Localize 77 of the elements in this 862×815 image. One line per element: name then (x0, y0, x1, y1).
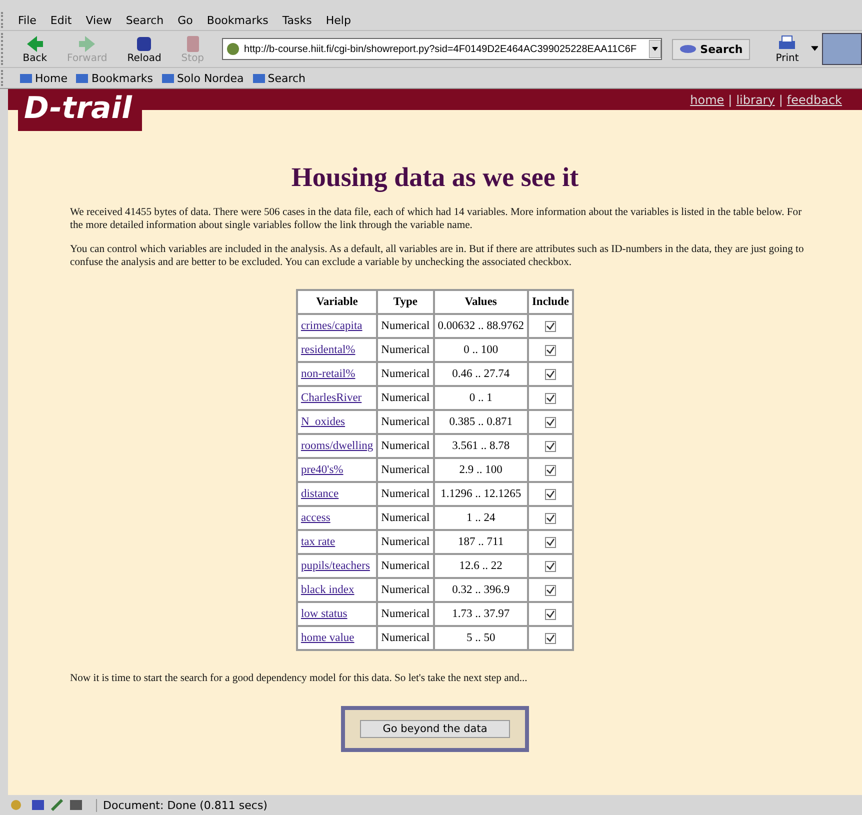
table-cell: 0.00632 .. 88.9762 (434, 314, 528, 338)
checkbox[interactable] (544, 320, 556, 332)
table-cell: 1.1296 .. 12.1265 (434, 482, 528, 506)
menu-item[interactable]: View (78, 14, 119, 26)
bookmark-item[interactable]: Solo Nordea (160, 72, 244, 84)
checkbox[interactable] (544, 536, 556, 548)
table-cell: Numerical (377, 482, 434, 506)
checkbox[interactable] (544, 392, 556, 404)
menu-item[interactable]: File (11, 14, 44, 26)
search-button[interactable]: Search (672, 38, 750, 60)
menu-item[interactable]: Go (170, 14, 200, 26)
checkbox[interactable] (544, 584, 556, 596)
checkbox[interactable] (544, 368, 556, 380)
column-header: Include (528, 290, 574, 314)
table-cell: Numerical (377, 554, 434, 578)
table-cell: 2.9 .. 100 (434, 458, 528, 482)
table-cell: 3.561 .. 8.78 (434, 434, 528, 458)
header-link[interactable]: feedback (786, 92, 842, 106)
checkbox[interactable] (544, 608, 556, 620)
header-link[interactable]: library (736, 92, 775, 106)
table-cell: 0.32 .. 396.9 (434, 578, 528, 602)
bookmark-item[interactable]: Search (252, 72, 306, 84)
menu-item[interactable]: Help (318, 14, 358, 26)
column-header: Type (377, 290, 434, 314)
table-cell: Numerical (377, 362, 434, 386)
menu-item[interactable]: Bookmarks (200, 14, 276, 26)
variable-link[interactable]: access (300, 512, 330, 524)
menu-item[interactable]: Tasks (275, 14, 319, 26)
checkbox[interactable] (544, 560, 556, 572)
paragraph: We received 41455 bytes of data. There were 506 cases in the data file, each of which had 14 variables. More information about the variables is listed in the table below. For the more detailed information about single variables follow the link through the variable name. (70, 207, 803, 232)
checkbox[interactable] (544, 632, 556, 644)
status-text: Document: Done (0.811 secs) (96, 798, 268, 812)
table-cell: 5 .. 50 (434, 626, 528, 650)
table-cell: Numerical (377, 410, 434, 434)
next-button[interactable]: Go beyond the data (360, 720, 510, 738)
column-header: Variable (296, 290, 378, 314)
paragraph: You can control which variables are included in the analysis. As a default, all variables are in. But if there are attributes such as ID-numbers in the data, they are just going to confuse the analysis and are better to be excluded. You can exclude a variable by unchecking the associated checkbox. (70, 244, 805, 269)
header-link[interactable]: home (690, 92, 724, 106)
checkbox[interactable] (544, 512, 556, 524)
table-cell: 0.385 .. 0.871 (434, 410, 528, 434)
table-cell: Numerical (377, 386, 434, 410)
bookmark-item[interactable]: Home (19, 72, 68, 84)
caret-icon[interactable] (810, 46, 818, 52)
table-cell: Numerical (377, 434, 434, 458)
table-cell: 0.46 .. 27.74 (434, 362, 528, 386)
table-cell: Numerical (377, 338, 434, 362)
table-cell: 12.6 .. 22 (434, 554, 528, 578)
table-cell: Numerical (377, 458, 434, 482)
nav-button[interactable]: Back (14, 34, 56, 64)
table-cell: Numerical (377, 626, 434, 650)
table-cell: Numerical (377, 602, 434, 626)
dropdown-icon (649, 40, 662, 58)
table-cell: Numerical (377, 578, 434, 602)
table-cell: Numerical (377, 314, 434, 338)
checkbox[interactable] (544, 464, 556, 476)
table-cell: 0 .. 100 (434, 338, 528, 362)
table-cell: Numerical (377, 530, 434, 554)
table-cell: 187 .. 711 (434, 530, 528, 554)
table-cell: 1.73 .. 37.97 (434, 602, 528, 626)
table-cell: 1 .. 24 (434, 506, 528, 530)
checkbox[interactable] (544, 440, 556, 452)
table-cell: Numerical (377, 506, 434, 530)
address-field[interactable]: http://b-course.hiit.fi/cgi-bin/showreport.py?sid=4F0149D2E464AC399025228EAA11C6F (222, 38, 662, 60)
table-cell: 0 .. 1 (434, 386, 528, 410)
bookmark-item[interactable]: Bookmarks (75, 72, 153, 84)
menu-item[interactable]: Search (118, 14, 171, 26)
nav-button[interactable]: Reload (119, 34, 170, 64)
separator: | (778, 92, 783, 106)
separator: | (728, 92, 732, 106)
checkbox[interactable] (544, 488, 556, 500)
menu-item[interactable]: Edit (43, 14, 79, 26)
page-title: Housing data as we see it (291, 162, 579, 193)
column-header: Values (434, 290, 528, 314)
paragraph: Now it is time to start the search for a good dependency model for this data. So let's take the next step and... (70, 673, 528, 686)
checkbox[interactable] (544, 344, 556, 356)
print-button[interactable]: Print (768, 34, 807, 64)
checkbox[interactable] (544, 416, 556, 428)
